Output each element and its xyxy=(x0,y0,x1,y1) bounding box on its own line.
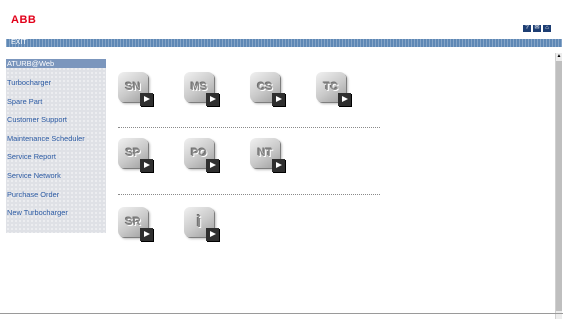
play-arrow-icon xyxy=(206,228,219,241)
tile-sn-button[interactable]: SN xyxy=(118,72,154,108)
play-arrow-icon xyxy=(140,93,153,106)
play-arrow-icon xyxy=(272,93,285,106)
help-icon[interactable]: ? xyxy=(523,25,531,32)
sidebar-nav: ATURB@Web Turbocharger Spare Part Custom… xyxy=(6,59,106,233)
sidebar-item-spare-part[interactable]: Spare Part xyxy=(6,93,106,112)
tile-sp-button[interactable]: SP xyxy=(118,138,154,174)
tile-row-2: SP PO NT xyxy=(118,138,316,174)
top-toolbar: ? ✉ ⌂ xyxy=(523,25,551,32)
tile-ms-button[interactable]: MS xyxy=(184,72,220,108)
scroll-up-arrow-icon[interactable]: ▲ xyxy=(556,53,562,60)
sidebar-item-customer-support[interactable]: Customer Support xyxy=(6,111,106,130)
tile-panel: SN MS CS TC SP PO NT SR i xyxy=(118,62,380,252)
sidebar-item-aturb-web[interactable]: ATURB@Web xyxy=(6,59,106,68)
sidebar-item-service-report[interactable]: Service Report xyxy=(6,148,106,167)
tile-po-button[interactable]: PO xyxy=(184,138,220,174)
header-bar: EXIT xyxy=(6,39,562,47)
play-arrow-icon xyxy=(272,159,285,172)
play-arrow-icon xyxy=(206,159,219,172)
divider xyxy=(118,194,380,195)
tile-row-1: SN MS CS TC xyxy=(118,72,382,108)
home-icon[interactable]: ⌂ xyxy=(543,25,551,32)
play-arrow-icon xyxy=(338,93,351,106)
exit-link[interactable]: EXIT xyxy=(11,39,27,47)
tile-cs-button[interactable]: CS xyxy=(250,72,286,108)
tile-row-3: SR i xyxy=(118,207,250,243)
divider xyxy=(118,127,380,128)
abb-logo: ABB xyxy=(11,14,37,26)
mail-icon[interactable]: ✉ xyxy=(533,25,541,32)
window-bottom-border xyxy=(0,313,563,314)
play-arrow-icon xyxy=(140,228,153,241)
sidebar-item-turbocharger[interactable]: Turbocharger xyxy=(6,74,106,93)
tile-info-button[interactable]: i xyxy=(184,207,220,243)
tile-nt-button[interactable]: NT xyxy=(250,138,286,174)
tile-sr-button[interactable]: SR xyxy=(118,207,154,243)
sidebar-item-new-turbocharger[interactable]: New Turbocharger xyxy=(6,204,106,223)
sidebar-item-service-network[interactable]: Service Network xyxy=(6,167,106,186)
sidebar-item-maintenance-scheduler[interactable]: Maintenance Scheduler xyxy=(6,130,106,149)
scroll-thumb[interactable] xyxy=(556,61,562,311)
play-arrow-icon xyxy=(206,93,219,106)
vertical-scrollbar[interactable]: ▲ xyxy=(555,53,562,319)
tile-tc-button[interactable]: TC xyxy=(316,72,352,108)
sidebar-item-purchase-order[interactable]: Purchase Order xyxy=(6,186,106,205)
play-arrow-icon xyxy=(140,159,153,172)
